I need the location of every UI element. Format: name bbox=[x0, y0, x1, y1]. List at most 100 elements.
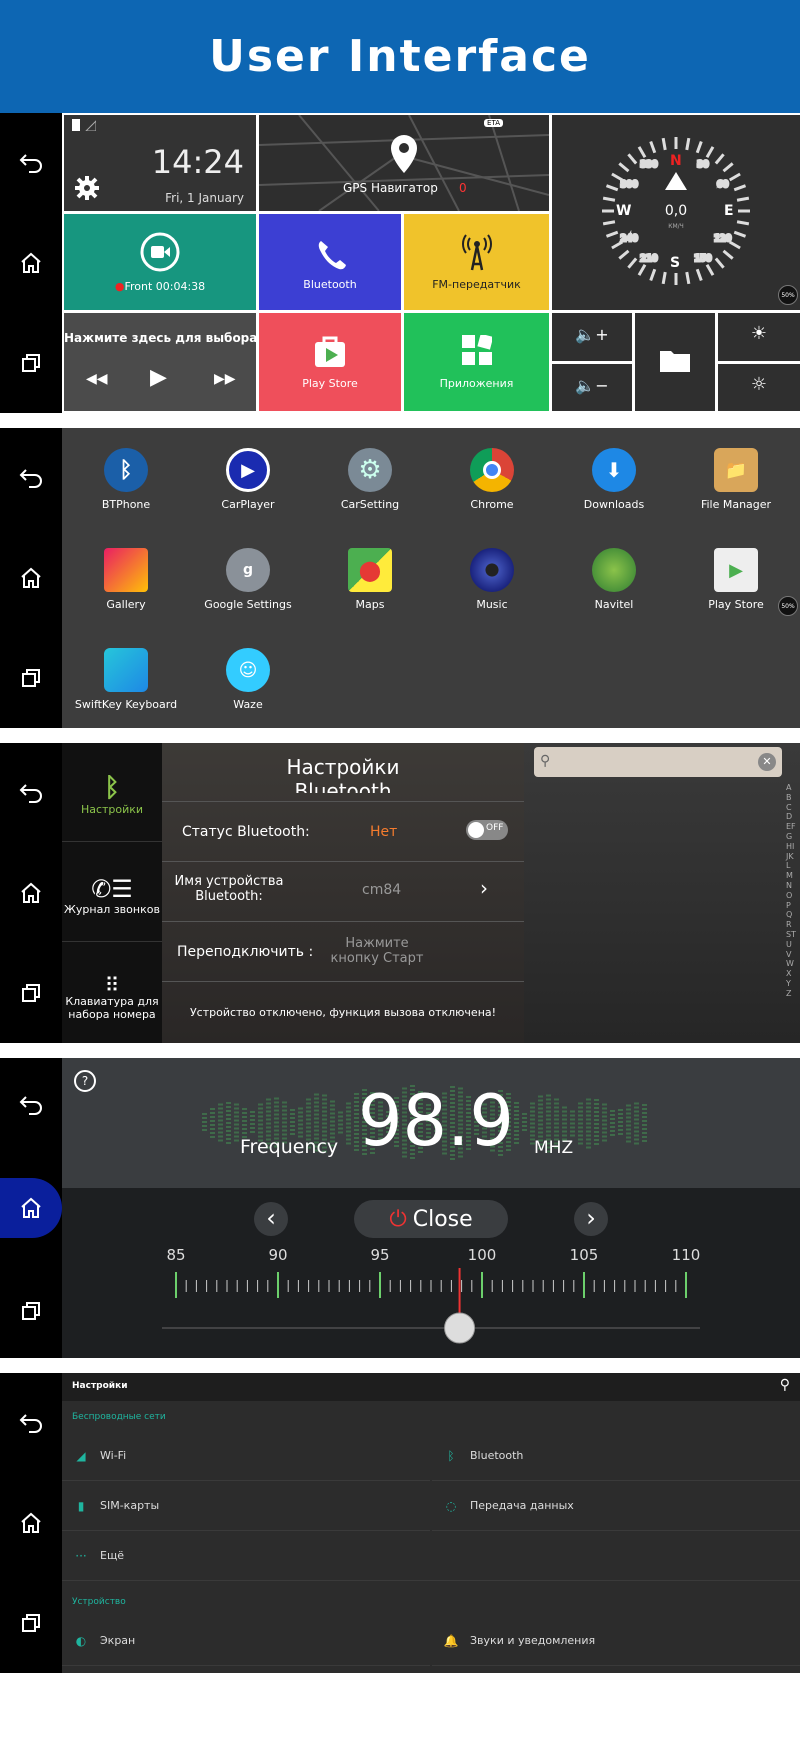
eq-segment bbox=[234, 1119, 239, 1122]
frequency-unit: MHZ bbox=[534, 1138, 574, 1158]
eq-segment bbox=[226, 1142, 231, 1144]
frequency-scale[interactable]: 85 90 95 100 105 110 bbox=[0, 1238, 800, 1358]
app-navitel[interactable]: Navitel bbox=[554, 548, 674, 611]
eq-segment bbox=[338, 1127, 343, 1130]
next-station-button[interactable]: › bbox=[574, 1202, 608, 1236]
eq-segment bbox=[274, 1109, 279, 1112]
gps-navigator-tile[interactable]: ETA GPS Навигатор 0 bbox=[259, 115, 549, 211]
back-button[interactable] bbox=[11, 1085, 51, 1125]
bt-status-row: Статус Bluetooth: Нет OFF bbox=[162, 801, 524, 861]
setting-data[interactable]: ◌ Передача данных bbox=[432, 1481, 800, 1531]
eq-segment bbox=[570, 1130, 575, 1133]
prev-station-button[interactable]: ‹ bbox=[254, 1202, 288, 1236]
eq-segment bbox=[314, 1125, 319, 1128]
gear-icon[interactable] bbox=[74, 175, 100, 201]
compass-tick bbox=[661, 137, 667, 151]
app-gallery[interactable]: Gallery bbox=[66, 548, 186, 611]
setting-sound[interactable]: 🔔 Звуки и уведомления bbox=[432, 1616, 800, 1666]
eq-segment bbox=[234, 1123, 239, 1126]
home-button[interactable] bbox=[11, 873, 51, 913]
play-store-tile[interactable]: Play Store bbox=[259, 313, 401, 411]
home-button[interactable] bbox=[11, 243, 51, 283]
eq-segment bbox=[546, 1134, 551, 1137]
bt-name-label: Имя устройства Bluetooth: bbox=[174, 874, 284, 904]
eq-segment bbox=[586, 1106, 591, 1109]
music-tile[interactable]: Нажмите здесь для выбора м ◀◀ ▶ ▶▶ bbox=[64, 313, 256, 411]
app-btphone[interactable]: ᛒ BTPhone bbox=[66, 448, 186, 511]
volume-down-button[interactable]: 🔈− bbox=[552, 364, 632, 411]
bt-name-row[interactable]: Имя устройства Bluetooth: cm84 › bbox=[162, 861, 524, 921]
app-file-manager[interactable]: 📁 File Manager bbox=[676, 448, 796, 511]
close-button[interactable]: ⏻ Close bbox=[354, 1200, 508, 1238]
app-maps[interactable]: ⬤ Maps bbox=[310, 548, 430, 611]
eq-segment bbox=[594, 1111, 599, 1113]
app-carsetting[interactable]: ⚙ CarSetting bbox=[310, 448, 430, 511]
clear-icon[interactable]: ✕ bbox=[758, 753, 776, 771]
app-music[interactable]: Music bbox=[432, 548, 552, 611]
volume-up-button[interactable]: 🔈+ bbox=[552, 313, 632, 361]
eq-segment bbox=[530, 1126, 535, 1129]
recents-button[interactable] bbox=[11, 658, 51, 698]
bt-toggle[interactable]: OFF bbox=[466, 820, 508, 840]
bt-title: Настройки bbox=[286, 755, 400, 779]
eq-segment bbox=[514, 1130, 519, 1132]
setting-more[interactable]: ··· Ещё bbox=[62, 1531, 800, 1581]
clock-time: 14:24 bbox=[151, 143, 244, 181]
setting-sim[interactable]: ▮ SIM-карты bbox=[62, 1481, 430, 1531]
app-downloads[interactable]: ⬇ Downloads bbox=[554, 448, 674, 511]
clock-widget[interactable]: 14:24 Fri, 1 January bbox=[64, 115, 256, 211]
home-button[interactable] bbox=[11, 558, 51, 598]
apps-tile[interactable]: Приложения bbox=[404, 313, 549, 411]
back-button[interactable] bbox=[11, 1403, 51, 1443]
back-button[interactable] bbox=[11, 773, 51, 813]
eq-segment bbox=[586, 1146, 591, 1149]
eq-segment bbox=[218, 1123, 223, 1126]
eq-segment bbox=[538, 1127, 543, 1130]
recents-button[interactable] bbox=[11, 1603, 51, 1643]
home-button[interactable] bbox=[11, 1503, 51, 1543]
bluetooth-tile[interactable]: Bluetooth bbox=[259, 214, 401, 310]
search-icon[interactable]: ⚲ bbox=[780, 1377, 790, 1393]
forward-button[interactable]: ▶▶ bbox=[214, 371, 236, 387]
compass-tick-label: 300 bbox=[621, 180, 638, 190]
divider bbox=[62, 941, 162, 942]
setting-wifi[interactable]: ◢ Wi-Fi bbox=[62, 1431, 430, 1481]
app-swiftkey[interactable]: SwiftKey Keyboard bbox=[66, 648, 186, 711]
eq-segment bbox=[346, 1118, 351, 1121]
back-button[interactable] bbox=[11, 458, 51, 498]
fm-transmitter-tile[interactable]: FM-передатчик bbox=[404, 214, 549, 310]
setting-bluetooth[interactable]: ᛒ Bluetooth bbox=[432, 1431, 800, 1481]
help-button[interactable]: ? bbox=[74, 1070, 96, 1092]
camera-tile[interactable]: ●Front 00:04:38 bbox=[64, 214, 256, 310]
bt-search-input[interactable]: ⚲ ✕ bbox=[534, 747, 782, 777]
bt-nav-dialpad[interactable]: ⠿ Клавиатура для набора номера bbox=[62, 975, 162, 1021]
files-button[interactable] bbox=[635, 313, 715, 411]
app-google-settings[interactable]: g Google Settings bbox=[188, 548, 308, 611]
app-waze[interactable]: ☺ Waze bbox=[188, 648, 308, 711]
map-badge: ETA bbox=[484, 119, 503, 127]
setting-display[interactable]: ◐ Экран bbox=[62, 1616, 430, 1666]
eq-segment bbox=[610, 1126, 615, 1128]
rewind-button[interactable]: ◀◀ bbox=[86, 371, 108, 387]
app-carplayer[interactable]: ▶ CarPlayer bbox=[188, 448, 308, 511]
alphabet-index[interactable]: ABCDEFGHIJKLMNOPQRSTUVWXYZ bbox=[786, 783, 796, 999]
eq-segment bbox=[514, 1126, 519, 1128]
brightness-down-button[interactable]: ☼ bbox=[718, 364, 800, 411]
eq-segment bbox=[594, 1119, 599, 1121]
eq-segment bbox=[346, 1110, 351, 1113]
recents-button[interactable] bbox=[11, 343, 51, 383]
bt-reconnect-row[interactable]: Переподключить : Нажмите кнопку Старт bbox=[162, 921, 524, 981]
section-wireless: Беспроводные сети bbox=[72, 1412, 166, 1422]
brightness-up-button[interactable]: ☀ bbox=[718, 313, 800, 361]
eq-segment bbox=[306, 1102, 311, 1105]
bt-nav-call-log[interactable]: ✆☰ Журнал звонков bbox=[62, 875, 162, 916]
app-chrome[interactable]: Chrome bbox=[432, 448, 552, 511]
home-button[interactable] bbox=[0, 1177, 62, 1238]
music-prompt: Нажмите здесь для выбора м bbox=[64, 331, 256, 345]
back-button[interactable] bbox=[11, 143, 51, 183]
play-button[interactable]: ▶ bbox=[150, 365, 167, 390]
recents-button[interactable] bbox=[11, 973, 51, 1013]
eq-segment bbox=[234, 1107, 239, 1110]
bt-nav-settings[interactable]: ᛒ Настройки bbox=[62, 773, 162, 816]
slider-knob[interactable] bbox=[444, 1312, 476, 1344]
